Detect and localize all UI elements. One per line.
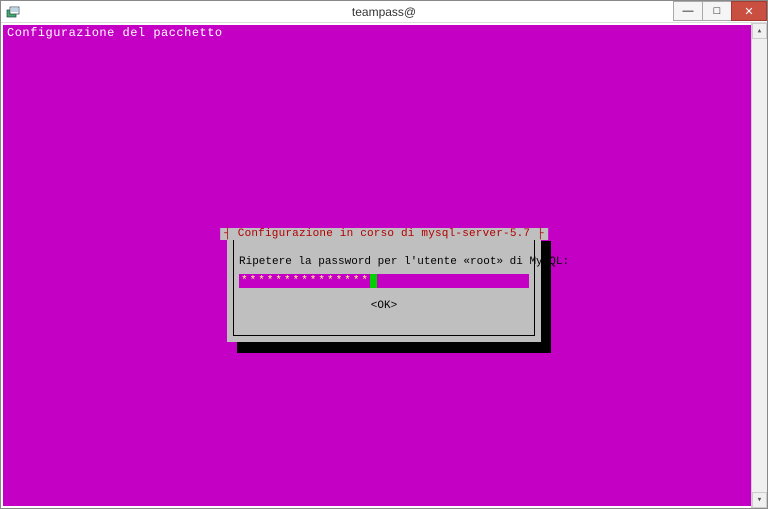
- window-controls: — □ ✕: [674, 1, 767, 22]
- scroll-track[interactable]: [752, 39, 767, 492]
- scroll-down-icon[interactable]: ▾: [752, 492, 767, 508]
- password-mask: ***************: [239, 274, 370, 288]
- terminal-container: Configurazione del pacchetto ┤ Configura…: [1, 23, 767, 508]
- maximize-button[interactable]: □: [702, 1, 732, 21]
- terminal[interactable]: Configurazione del pacchetto ┤ Configura…: [3, 25, 765, 506]
- titlebar[interactable]: teampass@ — □ ✕: [1, 1, 767, 23]
- scroll-up-icon[interactable]: ▴: [752, 23, 767, 39]
- scrollbar[interactable]: ▴ ▾: [751, 23, 767, 508]
- minimize-button[interactable]: —: [673, 1, 703, 21]
- config-dialog: ┤ Configurazione in corso di mysql-serve…: [227, 230, 541, 342]
- ok-button[interactable]: <OK>: [371, 300, 397, 312]
- app-icon: [5, 4, 21, 20]
- password-input[interactable]: ***************: [239, 274, 529, 288]
- close-button[interactable]: ✕: [731, 1, 767, 21]
- package-config-header: Configurazione del pacchetto: [7, 26, 223, 40]
- app-window: teampass@ — □ ✕ Configurazione del pacch…: [0, 0, 768, 509]
- text-cursor: [370, 274, 377, 288]
- window-title: teampass@: [352, 5, 416, 19]
- password-prompt: Ripetere la password per l'utente «root»…: [239, 256, 529, 268]
- dialog-title: ┤ Configurazione in corso di mysql-serve…: [220, 228, 548, 240]
